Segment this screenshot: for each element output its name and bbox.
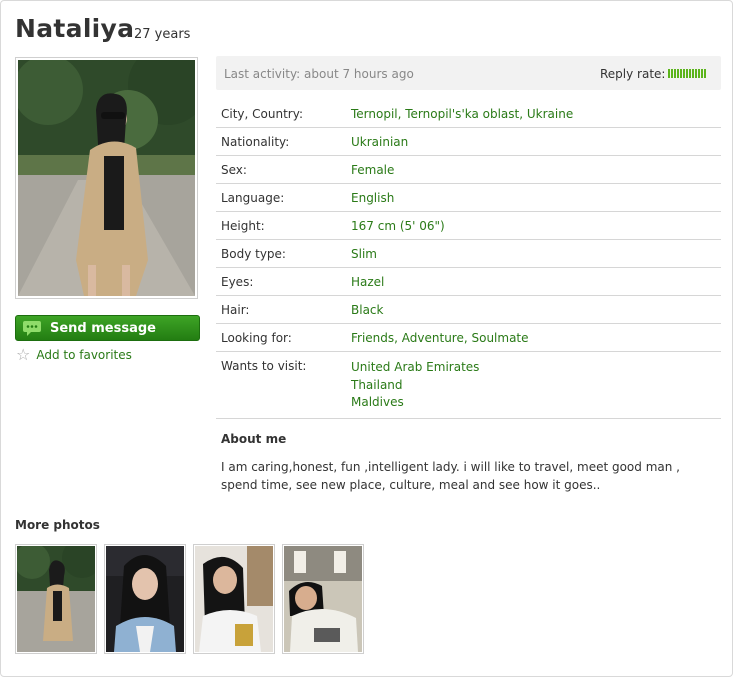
detail-value: Ternopil, Ternopil's'ka oblast, Ukraine [346, 100, 721, 128]
reply-rate-segment [689, 69, 691, 78]
detail-value: Slim [346, 239, 721, 268]
detail-row: Nationality: Ukrainian [216, 127, 721, 156]
detail-row: Language: English [216, 183, 721, 212]
main-profile-photo[interactable] [15, 57, 198, 299]
visit-destination: Maldives [351, 395, 404, 409]
detail-label: City, Country: [216, 100, 346, 128]
detail-row: Eyes: Hazel [216, 267, 721, 296]
about-me-text: I am caring,honest, fun ,intelligent lad… [221, 460, 680, 492]
detail-value-list: United Arab Emirates Thailand Maldives [346, 351, 721, 419]
detail-value: Black [346, 295, 721, 324]
reply-rate-segment [671, 69, 673, 78]
reply-rate-segment [683, 69, 685, 78]
chat-icon [23, 320, 41, 336]
visit-destination: United Arab Emirates [351, 360, 480, 374]
reply-rate-segment [677, 69, 679, 78]
detail-label: Wants to visit: [216, 351, 346, 419]
detail-label: Nationality: [216, 127, 346, 156]
detail-value: Hazel [346, 267, 721, 296]
detail-label: Height: [216, 211, 346, 240]
send-message-label: Send message [50, 320, 156, 336]
reply-rate-segment [698, 69, 700, 78]
detail-row: Body type: Slim [216, 239, 721, 268]
reply-rate-segment [692, 69, 694, 78]
detail-label: Eyes: [216, 267, 346, 296]
reply-rate-segment [680, 69, 682, 78]
reply-rate-segment [695, 69, 697, 78]
detail-value: Ukrainian [346, 127, 721, 156]
detail-row: Sex: Female [216, 155, 721, 184]
detail-label: Sex: [216, 155, 346, 184]
detail-row: Looking for: Friends, Adventure, Soulmate [216, 323, 721, 352]
reply-rate-segment [701, 69, 703, 78]
detail-row: Height: 167 cm (5' 06") [216, 211, 721, 240]
reply-rate-segment [704, 69, 706, 78]
detail-value: Female [346, 155, 721, 184]
photo-thumbnail[interactable] [104, 544, 186, 654]
profile-details-table: City, Country: Ternopil, Ternopil's'ka ob… [216, 100, 721, 419]
detail-value: Friends, Adventure, Soulmate [346, 323, 721, 352]
add-to-favorites-label: Add to favorites [36, 348, 132, 362]
profile-name: Nataliya [15, 14, 135, 43]
more-photos-gallery [15, 544, 364, 654]
detail-label: Hair: [216, 295, 346, 324]
last-activity: Last activity: about 7 hours ago [224, 67, 414, 81]
reply-rate-label: Reply rate: [600, 67, 666, 81]
reply-rate-segment [668, 69, 670, 78]
detail-label: Language: [216, 183, 346, 212]
detail-row-wants-to-visit: Wants to visit: United Arab Emirates Thail… [216, 351, 721, 419]
more-photos-heading: More photos [15, 518, 100, 532]
detail-value: English [346, 183, 721, 212]
detail-label: Body type: [216, 239, 346, 268]
send-message-button[interactable]: Send message [15, 315, 200, 341]
detail-value: 167 cm (5' 06") [346, 211, 721, 240]
photo-thumbnail[interactable] [193, 544, 275, 654]
photo-thumbnail[interactable] [282, 544, 364, 654]
star-icon: ☆ [16, 345, 31, 364]
profile-age: 27 years [134, 27, 191, 42]
detail-row: City, Country: Ternopil, Ternopil's'ka ob… [216, 100, 721, 128]
photo-thumbnail[interactable] [15, 544, 97, 654]
activity-bar: Last activity: about 7 hours ago Reply r… [216, 56, 721, 90]
about-me-heading: About me [221, 432, 287, 446]
visit-destination: Thailand [351, 377, 403, 392]
reply-rate-segment [674, 69, 676, 78]
reply-rate-meter [668, 69, 706, 78]
add-to-favorites-link[interactable]: ☆ Add to favorites [16, 347, 132, 363]
detail-label: Looking for: [216, 323, 346, 352]
detail-row: Hair: Black [216, 295, 721, 324]
reply-rate-segment [686, 69, 688, 78]
